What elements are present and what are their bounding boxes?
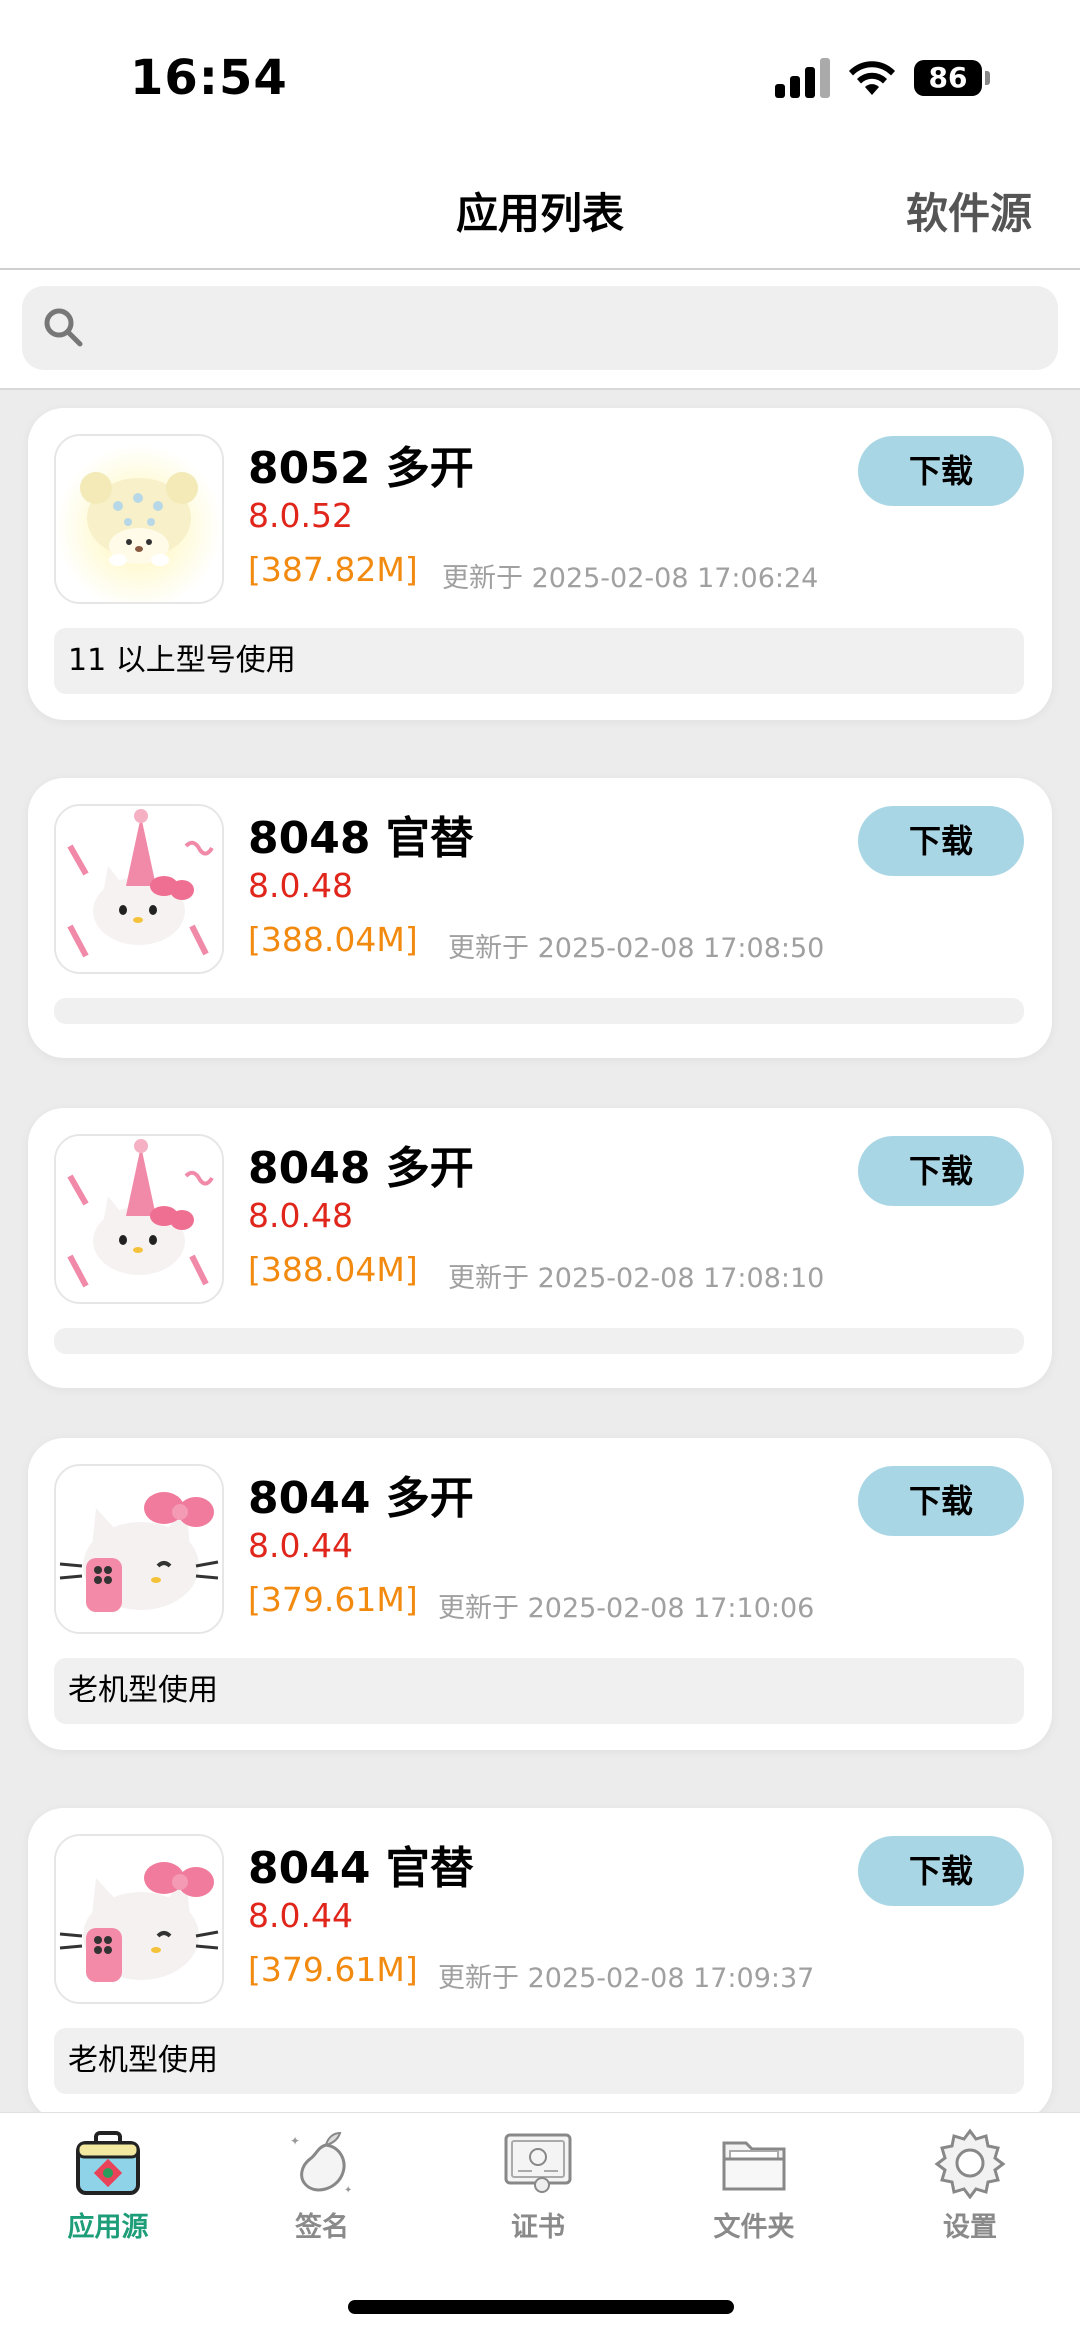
search-input[interactable]	[102, 286, 1026, 372]
cellular-signal-icon	[775, 58, 833, 98]
app-name: 8048 官替	[248, 813, 474, 864]
app-size: [379.61M]	[248, 1950, 418, 1989]
party-kitty-icon	[54, 1134, 224, 1304]
status-time: 16:54	[130, 50, 288, 106]
tab-label: 应用源	[67, 2212, 149, 2243]
wifi-icon	[849, 61, 895, 95]
app-version: 8.0.48	[248, 1196, 353, 1235]
download-button[interactable]: 下载	[858, 1836, 1024, 1906]
search-field[interactable]	[22, 286, 1058, 372]
app-note: 11 以上型号使用	[54, 628, 1024, 694]
download-button[interactable]: 下载	[858, 806, 1024, 876]
search-icon	[44, 308, 83, 347]
app-note	[54, 998, 1024, 1024]
app-size: [387.82M]	[248, 550, 418, 589]
tab-label: 签名	[295, 2212, 349, 2243]
app-list[interactable]: 8052 多开 8.0.52 [387.82M] 更新于 2025-02-08 …	[0, 392, 1080, 2112]
bear-cream-icon	[54, 434, 224, 604]
tab-sign[interactable]: ✦ ✦ 签名	[242, 2127, 402, 2277]
download-button[interactable]: 下载	[858, 1136, 1024, 1206]
app-version: 8.0.44	[248, 1526, 353, 1565]
gear-icon	[934, 2128, 1006, 2199]
svg-text:✦: ✦	[290, 2134, 300, 2148]
app-note: 老机型使用	[54, 1658, 1024, 1724]
app-card[interactable]: 8048 多开 8.0.48 [388.04M] 更新于 2025-02-08 …	[28, 1108, 1052, 1388]
app-note	[54, 1328, 1024, 1354]
tab-folder[interactable]: 文件夹	[674, 2127, 834, 2277]
battery-icon: 86	[914, 60, 982, 96]
app-updated: 更新于 2025-02-08 17:06:24	[442, 563, 819, 594]
party-kitty-icon	[54, 804, 224, 974]
software-source-button[interactable]: 软件源	[906, 180, 1032, 241]
tab-app-source[interactable]: 应用源	[28, 2127, 188, 2277]
app-card[interactable]: 8048 官替 8.0.48 [388.04M] 更新于 2025-02-08 …	[28, 778, 1052, 1058]
battery-cap	[985, 71, 990, 85]
app-size: [388.04M]	[248, 1250, 418, 1289]
tab-label: 文件夹	[713, 2212, 795, 2243]
app-size: [388.04M]	[248, 920, 418, 959]
phone-kitty-icon	[54, 1464, 224, 1634]
app-updated: 更新于 2025-02-08 17:10:06	[438, 1593, 815, 1624]
app-card[interactable]: 8052 多开 8.0.52 [387.82M] 更新于 2025-02-08 …	[28, 408, 1052, 720]
app-card[interactable]: 8044 多开 8.0.44 [379.61M] 更新于 2025-02-08 …	[28, 1438, 1052, 1750]
app-card[interactable]: 8044 官替 8.0.44 [379.61M] 更新于 2025-02-08 …	[28, 1808, 1052, 2112]
tab-settings[interactable]: 设置	[890, 2127, 1050, 2277]
home-indicator	[348, 2300, 734, 2314]
app-name: 8052 多开	[248, 443, 474, 494]
app-version: 8.0.52	[248, 496, 353, 535]
folder-icon	[722, 2141, 786, 2191]
navigation-bar: 应用列表 软件源	[0, 160, 1080, 270]
download-button[interactable]: 下载	[858, 436, 1024, 506]
search-bar-container	[0, 270, 1080, 390]
tab-certificate[interactable]: 证书	[458, 2127, 618, 2277]
app-updated: 更新于 2025-02-08 17:08:10	[448, 1263, 825, 1294]
svg-text:✦: ✦	[344, 2185, 352, 2196]
download-button[interactable]: 下载	[858, 1466, 1024, 1536]
mango-icon: ✦✦	[290, 2131, 352, 2196]
app-version: 8.0.48	[248, 866, 353, 905]
status-bar: 16:54 86	[0, 0, 1080, 160]
bag-icon	[76, 2131, 140, 2195]
app-updated: 更新于 2025-02-08 17:08:50	[448, 933, 825, 964]
certificate-icon	[504, 2133, 572, 2193]
app-name: 8048 多开	[248, 1143, 474, 1194]
tab-label: 设置	[943, 2212, 997, 2243]
app-size: [379.61M]	[248, 1580, 418, 1619]
phone-kitty-icon	[54, 1834, 224, 2004]
app-note: 老机型使用	[54, 2028, 1024, 2094]
app-updated: 更新于 2025-02-08 17:09:37	[438, 1963, 815, 1994]
app-name: 8044 官替	[248, 1843, 474, 1894]
app-version: 8.0.44	[248, 1896, 353, 1935]
app-name: 8044 多开	[248, 1473, 474, 1524]
tab-label: 证书	[511, 2212, 565, 2243]
